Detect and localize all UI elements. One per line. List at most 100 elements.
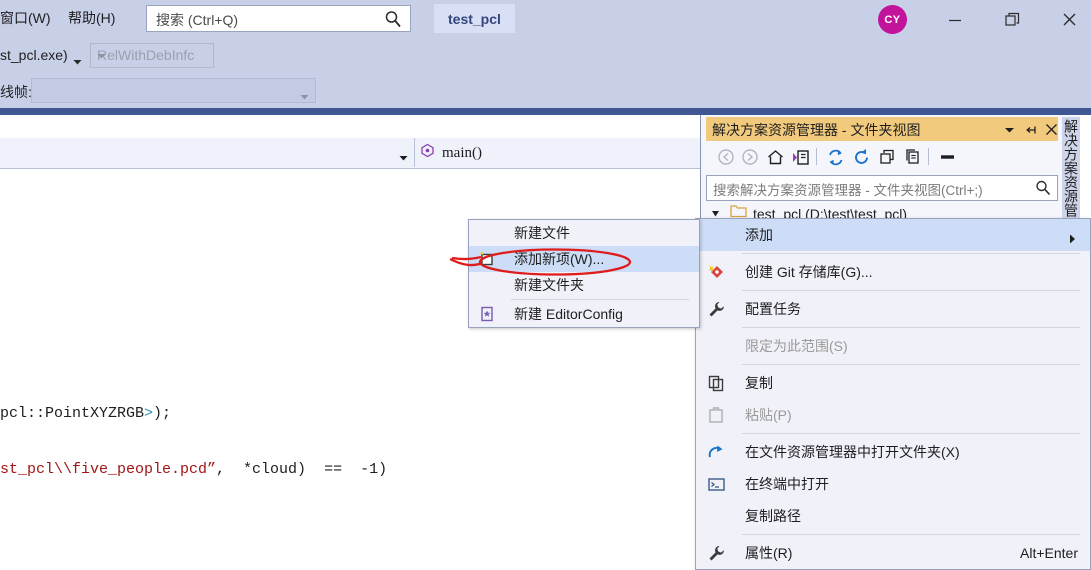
menu-item-label: 粘贴(P)	[745, 407, 792, 423]
git-repository-icon	[705, 256, 727, 288]
menu-window[interactable]: 窗口(W)	[0, 8, 51, 28]
search-input[interactable]: 搜索 (Ctrl+Q)	[146, 5, 411, 32]
wrench-icon	[705, 293, 727, 325]
wrench-icon	[705, 537, 727, 569]
debug-toolbar: st_pcl.exe) RelWithDebInfc	[0, 38, 1091, 107]
navigation-member-select[interactable]: main()	[420, 143, 482, 163]
solution-explorer-vertical-tab[interactable]: 解决方案资源管	[1062, 117, 1080, 225]
menu-item-label: 限定为此范围(S)	[745, 338, 848, 354]
maximize-icon[interactable]	[989, 6, 1035, 33]
menu-item-scope-to-this[interactable]: 限定为此范围(S)	[696, 330, 1090, 362]
properties-icon[interactable]	[936, 145, 960, 169]
search-icon	[383, 9, 403, 34]
window-accent-strip	[0, 108, 1091, 115]
collapse-all-icon[interactable]	[875, 145, 899, 169]
menu-item-label: 创建 Git 存储库(G)...	[745, 264, 873, 280]
menu-item-label: 在文件资源管理器中打开文件夹(X)	[745, 444, 960, 460]
menu-separator	[742, 433, 1080, 434]
menu-item-label: 复制路径	[745, 508, 801, 524]
menu-item-properties[interactable]: 属性(R) Alt+Enter	[696, 537, 1090, 569]
minimize-icon[interactable]	[932, 6, 978, 33]
menu-item-copy-path[interactable]: 复制路径	[696, 500, 1090, 532]
show-all-files-icon[interactable]	[901, 145, 925, 169]
submenu-item-add-new-item[interactable]: 添加新项(W)...	[469, 246, 699, 272]
submenu-item-label: 新建 EditorConfig	[514, 306, 623, 322]
solution-explorer-toolbar	[706, 141, 1058, 172]
forward-icon[interactable]	[738, 145, 762, 169]
menu-item-add[interactable]: 添加	[696, 219, 1090, 251]
back-icon[interactable]	[714, 145, 738, 169]
title-bar: 窗口(W) 帮助(H) 搜索 (Ctrl+Q) test_pcl CY	[0, 0, 1091, 38]
stack-frame-select[interactable]	[31, 78, 316, 103]
solution-explorer-search-placeholder: 搜索解决方案资源管理器 - 文件夹视图(Ctrl+;)	[713, 183, 983, 198]
sync-with-active-document-icon[interactable]	[823, 145, 847, 169]
startup-project-dropdown-icon[interactable]	[73, 53, 82, 71]
configuration-select[interactable]: RelWithDebInfc	[90, 43, 214, 68]
submenu-separator	[511, 299, 689, 300]
menu-item-open-in-terminal[interactable]: 在终端中打开	[696, 468, 1090, 500]
submenu-item-label: 添加新项(W)...	[514, 251, 605, 267]
navigation-scope-select[interactable]	[0, 138, 415, 167]
open-folder-icon	[705, 436, 727, 468]
editor-navigation-bar: main()	[0, 138, 700, 169]
refresh-icon[interactable]	[849, 145, 873, 169]
code-line-2: st_pcl\\five_people.pcd”, *cloud) == -1)	[0, 461, 388, 478]
new-item-icon	[477, 246, 497, 272]
close-icon[interactable]	[1046, 6, 1091, 33]
tab-test-pcl-label: test_pcl	[448, 10, 501, 27]
menu-item-label: 在终端中打开	[745, 476, 829, 492]
menu-item-copy[interactable]: 复制	[696, 367, 1090, 399]
menu-item-label: 添加	[745, 227, 773, 243]
menu-help[interactable]: 帮助(H)	[68, 8, 115, 28]
avatar[interactable]: CY	[878, 5, 907, 34]
menu-separator	[742, 534, 1080, 535]
solution-explorer-title: 解决方案资源管理器 - 文件夹视图	[712, 122, 921, 138]
chevron-down-icon	[300, 88, 309, 106]
terminal-icon	[705, 468, 727, 500]
menu-item-open-folder-in-file-explorer[interactable]: 在文件资源管理器中打开文件夹(X)	[696, 436, 1090, 468]
context-menu[interactable]: 添加 创建 Git 存储库(G)... 配置任务 限定为此范围(S) 复制 粘贴…	[695, 218, 1091, 570]
menu-separator	[742, 364, 1080, 365]
method-icon	[420, 143, 435, 163]
add-submenu[interactable]: 新建文件 添加新项(W)... 新建文件夹 新建 EditorConfig	[468, 219, 700, 328]
home-icon[interactable]	[763, 145, 787, 169]
window-dropdown-button[interactable]	[1001, 121, 1018, 138]
navigation-member-label: main()	[442, 144, 482, 161]
menu-item-label: 属性(R)	[745, 545, 793, 561]
frame-toolbar: 线帧:	[0, 74, 1091, 171]
code-text[interactable]: pcl::PointXYZRGB>); st_pcl\\five_people.…	[0, 372, 470, 512]
submenu-item-new-editorconfig[interactable]: 新建 EditorConfig	[469, 301, 699, 327]
search-icon	[1034, 179, 1052, 202]
submenu-item-label: 新建文件	[514, 225, 570, 241]
submenu-item-label: 新建文件夹	[514, 277, 584, 293]
search-placeholder: 搜索 (Ctrl+Q)	[156, 12, 239, 28]
copy-icon	[705, 367, 727, 399]
menu-item-create-git-repository[interactable]: 创建 Git 存储库(G)...	[696, 256, 1090, 288]
code-line-1: pcl::PointXYZRGB>);	[0, 405, 172, 422]
chevron-right-icon	[1069, 231, 1076, 247]
menu-item-shortcut: Alt+Enter	[1020, 545, 1078, 561]
startup-project-label: st_pcl.exe)	[0, 47, 68, 63]
chevron-down-icon	[97, 47, 208, 63]
chevron-down-icon	[399, 149, 408, 167]
submenu-item-new-file[interactable]: 新建文件	[469, 220, 699, 246]
tab-test-pcl[interactable]: test_pcl	[434, 4, 515, 33]
menu-item-paste[interactable]: 粘贴(P)	[696, 399, 1090, 431]
solution-explorer-title-bar: 解决方案资源管理器 - 文件夹视图	[706, 117, 1058, 141]
menu-item-configure-tasks[interactable]: 配置任务	[696, 293, 1090, 325]
close-icon[interactable]	[1043, 121, 1060, 138]
switch-views-icon[interactable]	[789, 145, 813, 169]
paste-icon	[705, 399, 727, 431]
menu-separator	[742, 327, 1080, 328]
menu-separator	[742, 253, 1080, 254]
avatar-initials: CY	[884, 13, 901, 26]
stack-frame-label: 线帧:	[0, 84, 32, 100]
pin-button[interactable]	[1023, 121, 1040, 138]
menu-item-label: 复制	[745, 375, 773, 391]
solution-explorer-vertical-tab-label: 解决方案资源管	[1063, 119, 1079, 217]
menu-separator	[742, 290, 1080, 291]
submenu-item-new-folder[interactable]: 新建文件夹	[469, 272, 699, 298]
editorconfig-icon	[477, 301, 497, 327]
menu-item-label: 配置任务	[745, 301, 801, 317]
solution-explorer-search-input[interactable]: 搜索解决方案资源管理器 - 文件夹视图(Ctrl+;)	[706, 175, 1058, 201]
